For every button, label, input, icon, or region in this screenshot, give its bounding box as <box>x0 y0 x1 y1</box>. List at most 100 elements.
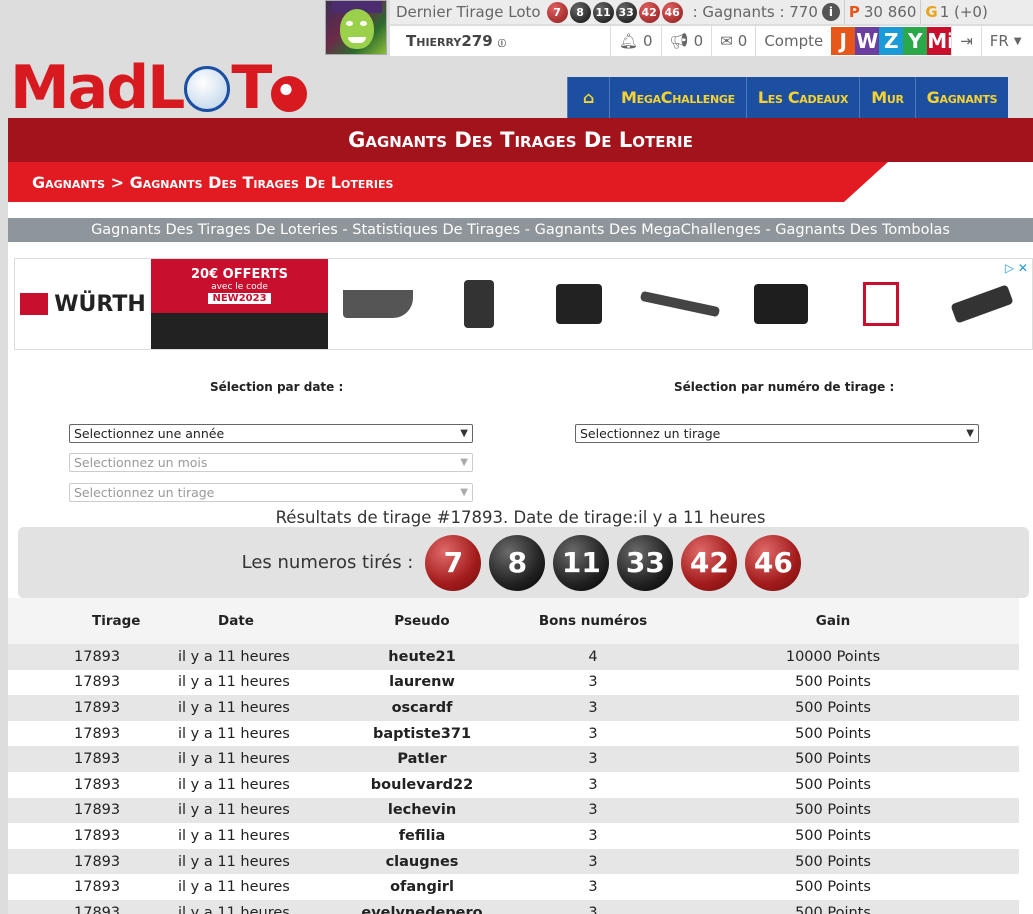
table-row: 17893 il y a 11 heures baptiste371 3 500 Poi… <box>8 720 1019 747</box>
madloto-logo[interactable]: MadL T <box>10 56 308 118</box>
ad-promo-code: NEW2023 <box>208 293 271 304</box>
points-value[interactable]: 30 860 <box>864 3 917 21</box>
table-row: 17893 il y a 11 heures lechevin 3 500 Points <box>8 797 1019 824</box>
user-avatar[interactable] <box>325 0 387 55</box>
col-bons-numeros: Bons numéros <box>538 613 648 629</box>
drawn-ball: 42 <box>681 534 738 591</box>
cell-gain: 500 Points <box>795 879 871 896</box>
ad-product-wheelbarrow[interactable] <box>328 259 429 349</box>
cell-pseudo[interactable]: laurenw <box>326 674 518 690</box>
cell-bons-numeros: 3 <box>588 827 598 844</box>
year-select[interactable]: Selectionnez une année ▼ <box>69 424 473 443</box>
notifications-button[interactable]: 🔔︎ 0 <box>610 26 661 56</box>
month-select[interactable]: Selectionnez un mois ▼ <box>69 453 473 472</box>
megaphone-icon: 📢︎ <box>669 32 689 50</box>
mail-button[interactable]: ✉ 0 <box>711 26 755 56</box>
nav-cadeaux[interactable]: Les Cadeaux <box>745 77 860 118</box>
ad-choices-icon[interactable]: ▷ ✕ <box>1005 261 1028 275</box>
winners-table: Tirage Date Pseudo Bons numéros Gain 178… <box>8 598 1033 914</box>
gold-value[interactable]: 1 (+0) <box>940 3 988 21</box>
lotto-ball: 42 <box>638 1 660 23</box>
cell-date: il y a 11 heures <box>178 648 290 665</box>
cell-gain: 500 Points <box>795 904 871 914</box>
cell-pseudo[interactable]: oscardf <box>326 700 518 716</box>
cell-date: il y a 11 heures <box>178 853 290 870</box>
cell-tirage: 17893 <box>74 648 121 665</box>
main-panel: Gagnants Des Tirages De Loterie Gagnants… <box>8 118 1033 914</box>
chevron-down-icon: ▼ <box>966 428 974 439</box>
by-date-label: Sélection par date : <box>210 380 344 394</box>
cell-pseudo[interactable]: PatIer <box>326 751 518 767</box>
ad-product-blow-gun[interactable] <box>630 259 731 349</box>
nav-megachallenge[interactable]: MegaChallenge <box>609 77 746 118</box>
breadcrumb[interactable]: Gagnants > Gagnants Des Tirages De Loter… <box>8 162 888 202</box>
chevron-down-icon: ▼ <box>460 428 468 439</box>
draw-number-select[interactable]: Selectionnez un tirage ▼ <box>575 424 979 443</box>
cell-tirage: 17893 <box>74 827 121 844</box>
username[interactable]: Thierry279 ⓘ <box>390 32 610 50</box>
cell-date: il y a 11 heures <box>178 751 290 768</box>
cell-tirage: 17893 <box>74 674 121 691</box>
cell-pseudo[interactable]: boulevard22 <box>326 777 518 793</box>
month-select-value: Selectionnez un mois <box>74 455 208 470</box>
info-icon[interactable]: i <box>821 3 840 21</box>
ad-product-rack[interactable] <box>831 259 932 349</box>
socket-set-icon <box>463 280 494 328</box>
wheelbarrow-icon <box>343 290 414 318</box>
account-button[interactable]: Compte <box>755 26 831 56</box>
draw-by-date-select[interactable]: Selectionnez un tirage ▼ <box>69 483 473 502</box>
nav-gagnants[interactable]: Gagnants <box>914 77 1009 118</box>
messages-count: 0 <box>693 32 704 50</box>
mail-count: 0 <box>737 32 748 50</box>
col-date: Date <box>218 613 254 629</box>
cell-pseudo[interactable]: claugnes <box>326 854 518 870</box>
lotto-ball-icon <box>271 76 308 112</box>
lotto-ball: 33 <box>615 1 637 23</box>
advertisement-banner[interactable]: WÜRTH 20€ OFFERTS avec le code NEW2023 ▷… <box>14 258 1033 350</box>
logout-button[interactable]: ⇥ <box>951 26 981 56</box>
table-row: 17893 il y a 11 heures ofangirl 3 500 Points <box>8 874 1019 900</box>
by-number-label: Sélection par numéro de tirage : <box>674 380 895 394</box>
cell-pseudo[interactable]: heute21 <box>326 649 518 665</box>
last-draw-bar: Dernier Tirage Loto 7 8 11 33 42 46 : Gagnant… <box>390 0 1033 24</box>
cell-pseudo[interactable]: baptiste371 <box>326 726 518 742</box>
cell-pseudo[interactable]: ofangirl <box>326 879 518 895</box>
last-draw-label[interactable]: Dernier Tirage Loto <box>396 3 541 21</box>
nav-home[interactable]: ⌂ <box>567 77 609 118</box>
ad-product-tool-set[interactable] <box>429 259 530 349</box>
col-gain: Gain <box>815 613 851 629</box>
lotto-ball: 8 <box>569 1 591 23</box>
chevron-down-icon: ▼ <box>460 487 468 498</box>
nav-mur[interactable]: Mur <box>859 77 915 118</box>
cell-bons-numeros: 4 <box>588 648 598 665</box>
ad-promo-title: 20€ OFFERTS <box>190 267 288 282</box>
cell-pseudo[interactable]: fefilia <box>326 828 518 844</box>
cell-date: il y a 11 heures <box>178 699 290 716</box>
cell-bons-numeros: 3 <box>588 776 598 793</box>
language-select[interactable]: FR ▼ <box>980 26 1030 56</box>
messages-button[interactable]: 📢︎ 0 <box>660 26 712 56</box>
cell-bons-numeros: 3 <box>588 725 598 742</box>
cell-pseudo[interactable]: lechevin <box>326 802 518 818</box>
wizi-letter: Y <box>903 27 928 55</box>
wizi-logo[interactable]: J W Z Y Mi <box>831 27 954 55</box>
info-icon[interactable]: ⓘ <box>498 35 506 49</box>
cell-pseudo[interactable]: evelynedepero <box>326 905 518 914</box>
winners-count[interactable]: : Gagnants : 770 <box>693 3 818 21</box>
draw-number-value: Selectionnez un tirage <box>580 426 721 441</box>
drawn-ball: 11 <box>553 534 610 591</box>
ad-brand[interactable]: WÜRTH <box>15 259 151 349</box>
winners-subnav[interactable]: Gagnants Des Tirages De Loteries - Stati… <box>8 218 1033 242</box>
table-row: 17893 il y a 11 heures claugnes 3 500 Points <box>8 848 1019 875</box>
avatar-eye <box>346 21 353 26</box>
ad-product-compressor[interactable] <box>730 259 831 349</box>
account-label: Compte <box>764 32 824 50</box>
cell-gain: 10000 Points <box>785 648 881 665</box>
ad-product-tool-case[interactable] <box>529 259 630 349</box>
chevron-down-icon: ▼ <box>1013 35 1022 47</box>
ad-promo[interactable]: 20€ OFFERTS avec le code NEW2023 <box>151 259 328 349</box>
username-text: Thierry279 <box>406 32 493 50</box>
blow-gun-icon <box>639 290 721 318</box>
lotto-ball: 46 <box>661 1 683 23</box>
notifications-count: 0 <box>643 32 653 50</box>
